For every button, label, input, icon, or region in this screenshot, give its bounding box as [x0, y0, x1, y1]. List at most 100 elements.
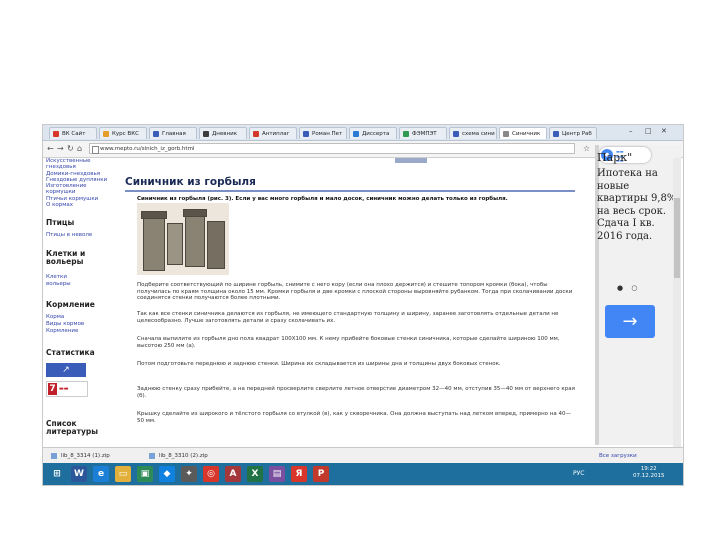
- article-paragraph: Потом подготовьте переднюю и заднюю стен…: [137, 361, 501, 367]
- sidebar-heading-feeding: Кормление: [46, 300, 95, 309]
- browser-tab[interactable]: ФЭМПЭТ: [399, 127, 447, 139]
- browser-tab[interactable]: Антиплаг: [249, 127, 297, 139]
- sidebar-heading-literature: Список литературы: [46, 419, 98, 436]
- taskbar-clock[interactable]: 19:22 07.12.2015: [633, 466, 665, 480]
- tab-favicon-icon: [553, 131, 559, 137]
- tab-label: схема сини: [462, 131, 495, 137]
- advertisement[interactable]: ● ▬▬ ▬▬ ▬▬ Парк" Ипотека на новые квартиры…: [595, 145, 681, 445]
- close-button[interactable]: ✕: [661, 127, 667, 135]
- chrome-icon[interactable]: ◎: [203, 466, 219, 482]
- start-icon[interactable]: ⊞: [49, 466, 65, 482]
- store-icon[interactable]: ▣: [137, 466, 153, 482]
- ad-heading: Парк": [597, 151, 633, 164]
- tray-language[interactable]: РУС: [573, 470, 584, 477]
- ad-body: Ипотека на новые квартиры 9,8% на весь с…: [597, 168, 677, 242]
- carousel-dots[interactable]: ● ○: [617, 284, 640, 292]
- counter-badge[interactable]: ↗: [46, 363, 86, 377]
- sidebar-link-feeding[interactable]: Кормление: [46, 328, 78, 335]
- browser-tab[interactable]: Дневник: [199, 127, 247, 139]
- scrollbar[interactable]: [673, 158, 681, 448]
- intro-text: Синичник из горбыля (рис. 3). Если у вас…: [137, 196, 508, 202]
- tab-favicon-icon: [453, 131, 459, 137]
- tab-favicon-icon: [103, 131, 109, 137]
- browser-tab[interactable]: Курс ВКС: [99, 127, 147, 139]
- star-icon[interactable]: ☆: [583, 144, 590, 153]
- sidebar: Искусственные гнездовья Домики-гнездовья Гн…: [43, 158, 121, 448]
- tab-bar: Центр Раб Синичник схема сини ФЭМПЭТ Диссерт…: [43, 125, 683, 141]
- clock-date: 07.12.2015: [633, 473, 665, 479]
- taskbar: РУС 19:22 07.12.2015 ⊞ We ▭ ▣ ◆ ✦ ◎ A X ▤ Я P: [43, 463, 683, 485]
- minimize-button[interactable]: –: [629, 127, 633, 135]
- folder-icon[interactable]: ▭: [115, 466, 131, 482]
- downloads-bar: lib_8_3314 (1).zip lib_8_3310 (2).zip Вс…: [43, 447, 683, 463]
- download-item[interactable]: lib_8_3310 (2).zip: [147, 451, 208, 461]
- tab-label: Антиплаг: [262, 131, 290, 137]
- photo-icon[interactable]: ✦: [181, 466, 197, 482]
- excel-icon[interactable]: X: [247, 466, 263, 482]
- dropbox-icon[interactable]: ◆: [159, 466, 175, 482]
- maximize-button[interactable]: □: [645, 127, 652, 135]
- browser-tab[interactable]: Центр Раб: [549, 127, 597, 139]
- sidebar-link-aviaries[interactable]: вольеры: [46, 281, 71, 288]
- article: Синичник из горбыля Синичник из горбыля …: [125, 158, 595, 448]
- ad-next-button[interactable]: →: [605, 305, 655, 338]
- tab-favicon-icon: [153, 131, 159, 137]
- sidebar-intro: Искусственные гнездовья Домики-гнездовья Гн…: [43, 158, 107, 208]
- sidebar-link-captive-birds[interactable]: Птицы в неволе: [46, 232, 92, 239]
- tab-label: Диссерта: [362, 131, 390, 137]
- word-icon[interactable]: W: [71, 466, 87, 482]
- sidebar-intro-link[interactable]: Домики-гнездовья: [43, 171, 107, 177]
- page-title: Синичник из горбыля: [125, 176, 575, 192]
- tab-label: ВК Сайт: [62, 131, 86, 137]
- browser-tab[interactable]: схема сини: [449, 127, 497, 139]
- archive-icon[interactable]: ▤: [269, 466, 285, 482]
- tab-favicon-icon: [303, 131, 309, 137]
- article-paragraph: Так как все стенки синичника делаются из…: [137, 311, 559, 324]
- sidebar-intro-link[interactable]: О кормах: [43, 202, 107, 208]
- download-filename: lib_8_3310 (2).zip: [159, 453, 208, 459]
- yandex-icon[interactable]: Я: [291, 466, 307, 482]
- sidebar-link-feed-types[interactable]: Виды кормов: [46, 321, 84, 328]
- article-paragraph: Крышку сделайте из широкого и тёлстого г…: [137, 411, 572, 424]
- browser-tab[interactable]: Главная: [149, 127, 197, 139]
- tab-label: Центр Раб: [562, 131, 592, 137]
- file-icon: [51, 453, 57, 459]
- rating-badge[interactable]: 7 ▬▬: [46, 381, 88, 397]
- browser-tab[interactable]: Роман Пет: [299, 127, 347, 139]
- tab-favicon-icon: [503, 131, 509, 137]
- browser-tab[interactable]: Диссерта: [349, 127, 397, 139]
- url-text: www.mepto.ru/sinich_iz_gorb.html: [100, 146, 195, 152]
- sidebar-link-cages[interactable]: Клетки: [46, 274, 67, 281]
- tab-label: Главная: [162, 131, 186, 137]
- tab-favicon-icon: [353, 131, 359, 137]
- access-icon[interactable]: A: [225, 466, 241, 482]
- back-icon[interactable]: ←: [47, 144, 54, 153]
- page-tab-indicator: [395, 158, 427, 163]
- all-downloads-link[interactable]: Все загрузки: [599, 451, 637, 461]
- clock-time: 19:22: [640, 466, 657, 472]
- reload-icon[interactable]: ↻: [67, 144, 74, 153]
- home-icon[interactable]: ⌂: [77, 144, 82, 153]
- browser-tab[interactable]: Синичник: [499, 127, 547, 139]
- browser-tab[interactable]: ВК Сайт: [49, 127, 97, 139]
- forward-icon[interactable]: →: [57, 144, 64, 153]
- sidebar-heading-birds: Птицы: [46, 218, 75, 227]
- download-filename: lib_8_3314 (1).zip: [61, 453, 110, 459]
- page-icon: [92, 146, 99, 154]
- tab-favicon-icon: [403, 131, 409, 137]
- pdf-icon[interactable]: P: [313, 466, 329, 482]
- tab-label: Синичник: [512, 131, 541, 137]
- ie-icon[interactable]: e: [93, 466, 109, 482]
- tab-label: Дневник: [212, 131, 238, 137]
- sidebar-link-feeds[interactable]: Корма: [46, 314, 64, 321]
- tab-favicon-icon: [203, 131, 209, 137]
- tab-label: Курс ВКС: [112, 131, 139, 137]
- address-bar-row: ← → ↻ ⌂ www.mepto.ru/sinich_iz_gorb.html…: [43, 141, 683, 158]
- tab-favicon-icon: [253, 131, 259, 137]
- article-paragraph: Заднюю стенку сразу прибейте, а на перед…: [137, 386, 575, 399]
- article-paragraph: Подберите соответствующий по ширине горб…: [137, 282, 573, 302]
- scrollbar-thumb[interactable]: [674, 198, 680, 278]
- url-input[interactable]: www.mepto.ru/sinich_iz_gorb.html: [89, 143, 575, 154]
- birdhouse-illustration: [137, 203, 229, 275]
- download-item[interactable]: lib_8_3314 (1).zip: [49, 451, 110, 461]
